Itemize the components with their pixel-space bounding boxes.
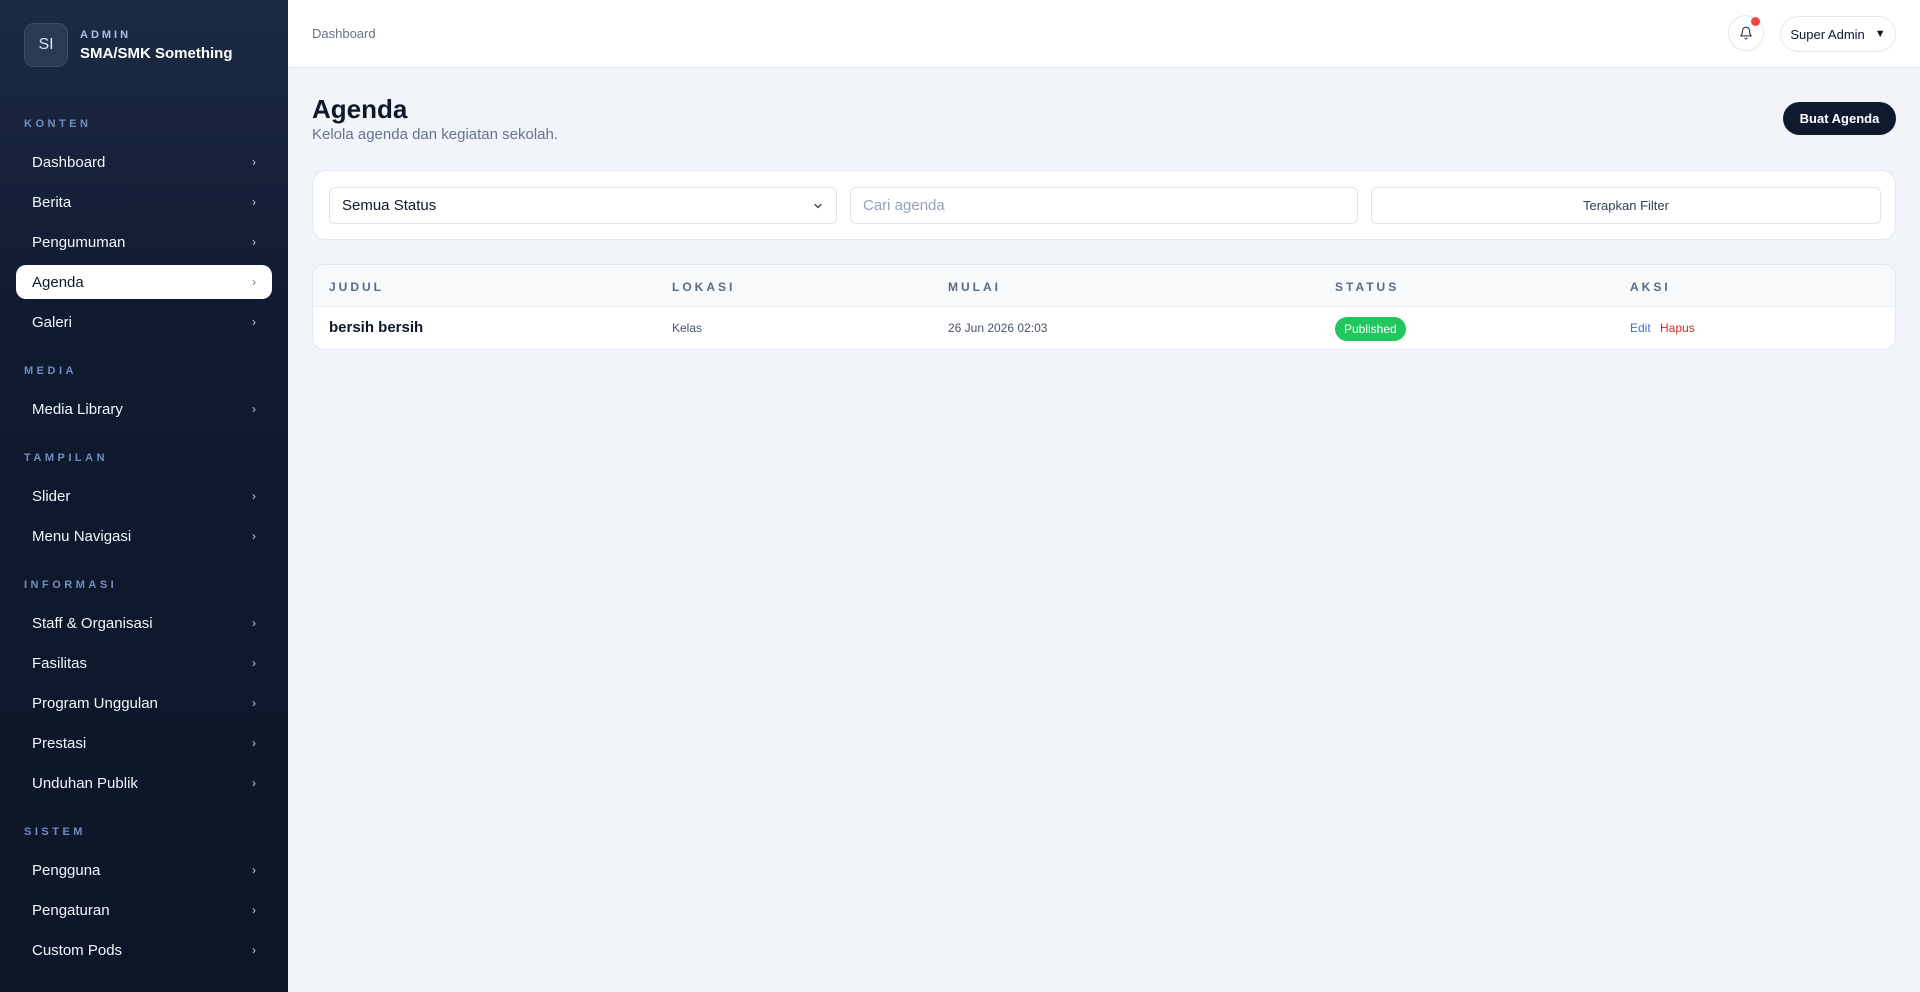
sidebar-item-galeri[interactable]: Galeri › <box>16 305 272 339</box>
chevron-right-icon: › <box>252 529 256 543</box>
sidebar-item-fasilitas[interactable]: Fasilitas › <box>16 646 272 680</box>
sidebar-item-staff[interactable]: Staff & Organisasi › <box>16 606 272 640</box>
section-label-konten: KONTEN <box>24 118 92 130</box>
chevron-right-icon: › <box>252 155 256 169</box>
sidebar-item-label: Pengumuman <box>32 233 126 251</box>
brand[interactable]: SI ADMIN SMA/SMK Something <box>24 23 233 67</box>
table-row: bersih bersih Kelas 26 Jun 2026 02:03 Pu… <box>313 307 1895 349</box>
section-label-media: MEDIA <box>24 365 77 377</box>
sidebar-item-berita[interactable]: Berita › <box>16 185 272 219</box>
sidebar-item-custom-pods[interactable]: Custom Pods › <box>16 933 272 967</box>
column-header-judul[interactable]: JUDUL <box>329 280 384 294</box>
section-label-informasi: INFORMASI <box>24 579 118 591</box>
page-subtitle: Kelola agenda dan kegiatan sekolah. <box>312 126 559 143</box>
sidebar-item-agenda[interactable]: Agenda › <box>16 265 272 299</box>
sidebar-item-dashboard[interactable]: Dashboard › <box>16 145 272 179</box>
user-name: Super Admin <box>1790 26 1865 42</box>
cell-mulai: 26 Jun 2026 02:03 <box>948 321 1048 335</box>
breadcrumb[interactable]: Dashboard <box>312 26 376 41</box>
chevron-right-icon: › <box>252 656 256 670</box>
agenda-table: JUDUL LOKASI MULAI STATUS AKSI bersih be… <box>312 264 1896 350</box>
column-header-status[interactable]: STATUS <box>1335 280 1399 294</box>
topbar: Dashboard Super Admin ▼ <box>288 0 1920 68</box>
sidebar-item-label: Slider <box>32 487 71 505</box>
chevron-right-icon: › <box>252 736 256 750</box>
notification-button[interactable] <box>1728 15 1764 51</box>
sidebar-item-label: Fasilitas <box>32 654 88 672</box>
delete-link[interactable]: Hapus <box>1660 321 1695 335</box>
page-title: Agenda <box>312 94 408 124</box>
section-label-tampilan: TAMPILAN <box>24 452 109 464</box>
sidebar-item-label: Berita <box>32 193 72 211</box>
chevron-right-icon: › <box>252 616 256 630</box>
sidebar-item-pengaturan[interactable]: Pengaturan › <box>16 893 272 927</box>
caret-down-icon: ▼ <box>1874 28 1886 40</box>
sidebar-item-label: Agenda <box>32 273 84 291</box>
brand-name: SMA/SMK Something <box>80 44 233 62</box>
brand-logo: SI <box>24 23 68 67</box>
notification-dot <box>1751 17 1760 26</box>
section-label-sistem: SISTEM <box>24 826 86 838</box>
create-agenda-button[interactable]: Buat Agenda <box>1783 102 1896 135</box>
edit-link[interactable]: Edit <box>1630 321 1651 335</box>
chevron-right-icon: › <box>252 402 256 416</box>
chevron-right-icon: › <box>252 489 256 503</box>
chevron-right-icon: › <box>252 275 256 289</box>
sidebar-item-label: Program Unggulan <box>32 694 158 712</box>
sidebar-item-label: Unduhan Publik <box>32 774 138 792</box>
cell-judul: bersih bersih <box>329 319 424 336</box>
status-badge: Published <box>1335 317 1406 341</box>
status-select[interactable]: Semua Status <box>329 187 837 224</box>
sidebar-item-slider[interactable]: Slider › <box>16 479 272 513</box>
chevron-right-icon: › <box>252 943 256 957</box>
sidebar-item-label: Dashboard <box>32 153 106 171</box>
sidebar-item-label: Menu Navigasi <box>32 527 132 545</box>
chevron-right-icon: › <box>252 776 256 790</box>
sidebar-item-label: Staff & Organisasi <box>32 614 153 632</box>
sidebar-item-label: Custom Pods <box>32 941 123 959</box>
sidebar-item-pengguna[interactable]: Pengguna › <box>16 853 272 887</box>
sidebar-item-label: Prestasi <box>32 734 87 752</box>
sidebar-item-pengumuman[interactable]: Pengumuman › <box>16 225 272 259</box>
chevron-down-icon <box>814 203 822 208</box>
chevron-right-icon: › <box>252 235 256 249</box>
apply-filter-button[interactable]: Terapkan Filter <box>1371 187 1881 224</box>
sidebar-item-media-library[interactable]: Media Library › <box>16 392 272 426</box>
sidebar-item-unduhan-publik[interactable]: Unduhan Publik › <box>16 766 272 800</box>
chevron-right-icon: › <box>252 195 256 209</box>
chevron-right-icon: › <box>252 315 256 329</box>
sidebar: SI ADMIN SMA/SMK Something KONTEN Dashbo… <box>0 0 288 992</box>
status-select-value: Semua Status <box>342 197 437 214</box>
sidebar-item-program-unggulan[interactable]: Program Unggulan › <box>16 686 272 720</box>
filter-card: Semua Status Terapkan Filter <box>312 170 1896 240</box>
sidebar-item-label: Media Library <box>32 400 123 418</box>
brand-kicker: ADMIN <box>80 28 132 41</box>
sidebar-item-label: Pengaturan <box>32 901 110 919</box>
sidebar-item-label: Pengguna <box>32 861 101 879</box>
user-menu-button[interactable]: Super Admin ▼ <box>1780 16 1896 52</box>
column-header-aksi: AKSI <box>1630 280 1671 294</box>
column-header-lokasi[interactable]: LOKASI <box>672 280 735 294</box>
sidebar-item-menu-navigasi[interactable]: Menu Navigasi › <box>16 519 272 553</box>
cell-lokasi: Kelas <box>672 321 703 335</box>
search-input[interactable] <box>850 187 1358 224</box>
sidebar-item-label: Galeri <box>32 313 73 331</box>
column-header-mulai[interactable]: MULAI <box>948 280 1001 294</box>
bell-icon <box>1740 26 1752 40</box>
sidebar-item-prestasi[interactable]: Prestasi › <box>16 726 272 760</box>
table-header: JUDUL LOKASI MULAI STATUS AKSI <box>313 265 1895 307</box>
chevron-right-icon: › <box>252 903 256 917</box>
chevron-right-icon: › <box>252 696 256 710</box>
chevron-right-icon: › <box>252 863 256 877</box>
